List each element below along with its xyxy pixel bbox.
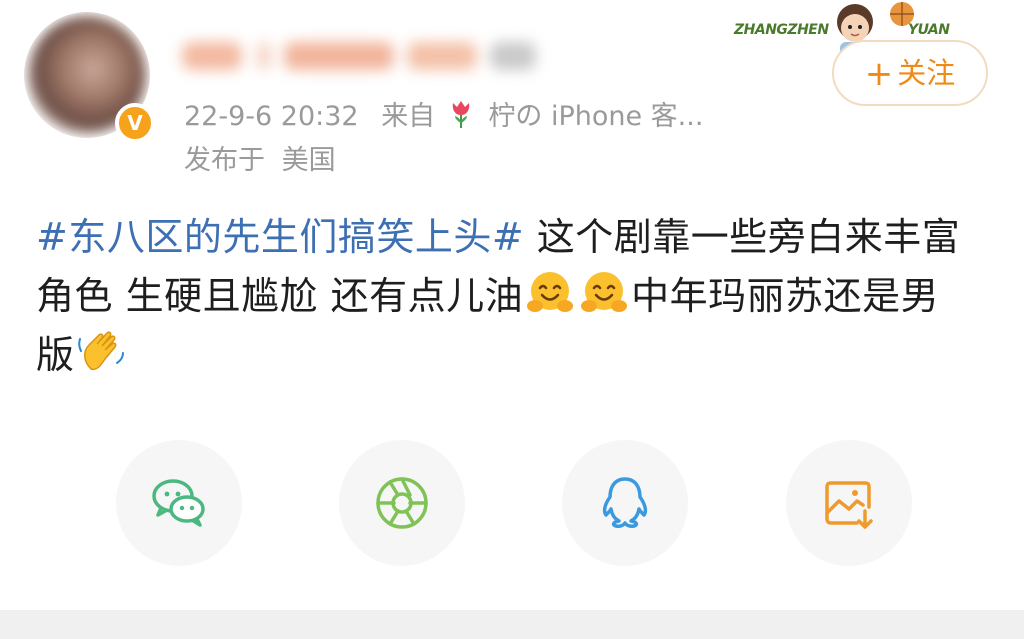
- hashtag-link[interactable]: #东八区的先生们搞笑上头#: [36, 215, 524, 259]
- weibo-post-screen: V 22-9-6 20:32 来自 柠の iPhone 客... 发布于 美国 …: [0, 0, 1024, 639]
- moments-aperture-icon: [376, 477, 428, 529]
- share-wechat-button[interactable]: [116, 440, 242, 566]
- post-text: #东八区的先生们搞笑上头# 这个剧靠一些旁白来丰富角色 生硬且尴尬 还有点儿油 …: [36, 208, 966, 385]
- post-timestamp: 22-9-6 20:32: [184, 101, 359, 132]
- source-prefix: 来自: [381, 101, 436, 132]
- source-device[interactable]: 柠の iPhone 客...: [488, 101, 703, 132]
- bottom-bar: [0, 610, 1024, 639]
- location-value: 美国: [281, 145, 336, 176]
- post-meta: 22-9-6 20:32 来自 柠の iPhone 客...: [184, 97, 703, 137]
- follow-label: 关注: [897, 56, 956, 90]
- wechat-icon: [152, 479, 205, 527]
- location-prefix: 发布于: [184, 145, 265, 176]
- hug-emoji-icon: [581, 272, 628, 312]
- verified-badge-icon: V: [115, 103, 155, 143]
- plus-icon: +: [864, 54, 894, 94]
- qq-penguin-icon: [602, 477, 648, 528]
- share-moments-button[interactable]: [339, 440, 465, 566]
- waving-hand-emoji-icon: [77, 331, 124, 371]
- post-location: 发布于 美国: [184, 141, 336, 181]
- follow-button[interactable]: + 关注: [832, 40, 988, 106]
- sticker-text-right: YUAN: [908, 22, 950, 38]
- save-image-button[interactable]: [786, 440, 912, 566]
- save-image-icon: [825, 481, 873, 529]
- sticker-text-left: ZHANGZHEN: [734, 22, 829, 38]
- hug-emoji-icon: [527, 272, 574, 312]
- username-redacted[interactable]: [182, 34, 542, 78]
- share-qq-button[interactable]: [562, 440, 688, 566]
- tulip-icon: [452, 101, 470, 128]
